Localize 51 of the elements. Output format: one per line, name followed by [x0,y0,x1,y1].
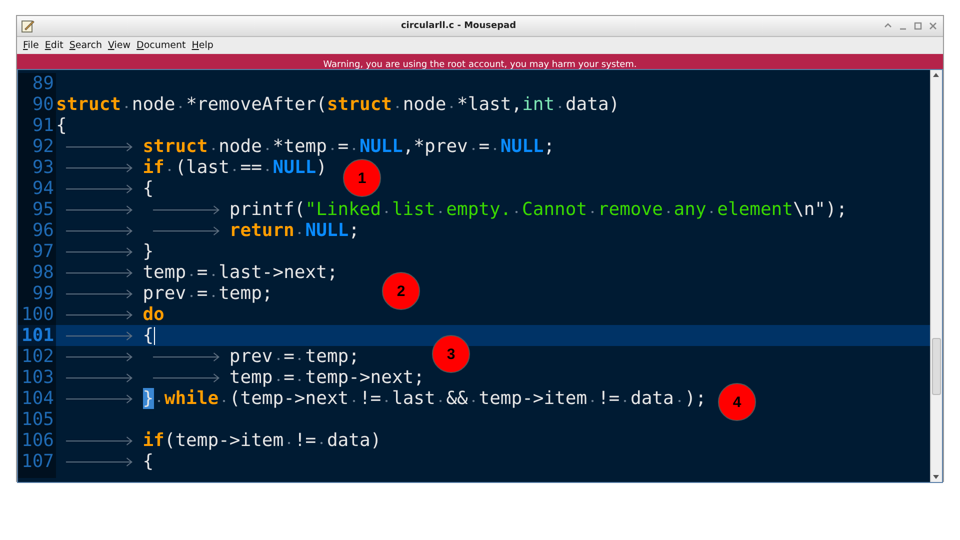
maximize-icon[interactable] [912,20,924,32]
line-number: 89 [18,73,56,94]
code-line: } [56,241,154,262]
window-title: circularll.c - Mousepad [400,21,518,31]
code-line: printf("Linked list empty. Cannot remove any element\n"); [56,199,848,220]
line-number: 91 [18,115,56,136]
code-line: { [56,178,154,199]
menu-item[interactable]: View [104,40,134,50]
line-number: 95 [18,199,56,220]
code-line: do [56,304,164,325]
line-number: 101 [18,325,56,346]
menu-item[interactable]: File [20,40,42,50]
line-number: 94 [18,178,56,199]
line-number: 105 [18,409,56,430]
warning-message: Warning, you are using the root account, you may harm your system. [323,60,637,70]
app-icon [21,19,35,33]
menu-item[interactable]: Search [66,40,105,50]
code-line: temp = last->next; [56,262,338,283]
menu-item[interactable]: Edit [42,40,66,50]
line-number: 106 [18,430,56,451]
line-number: 90 [18,94,56,115]
code-line: { [56,451,154,472]
code-line: { [56,325,155,346]
line-number: 98 [18,262,56,283]
code-line: struct node *temp = NULL,*prev = NULL; [56,136,555,157]
line-number: 97 [18,241,56,262]
line-number: 103 [18,367,56,388]
line-number: 96 [18,220,56,241]
line-number: 102 [18,346,56,367]
line-number: 92 [18,136,56,157]
code-line: } while (temp->next != last && temp->item != data ); [56,388,706,409]
menu-item[interactable]: Help [188,40,216,50]
scrollbar[interactable] [930,70,942,482]
line-number: 107 [18,451,56,472]
code-line: prev = temp; [56,283,273,304]
line-number: 99 [18,283,56,304]
scroll-down-icon[interactable] [932,473,940,481]
code-line: if(temp->item != data) [56,430,382,451]
code-line: { [56,115,67,136]
close-icon[interactable] [927,20,939,32]
line-number: 93 [18,157,56,178]
menu-item[interactable]: Document [134,40,189,50]
code-line: struct node *removeAfter(struct node *last,int data) [56,94,620,115]
scroll-up-icon[interactable] [932,71,940,79]
code-line: return NULL; [56,220,360,241]
line-number: 104 [18,388,56,409]
code-line: if (last == NULL) [56,157,327,178]
code-line: prev = temp; [56,346,360,367]
scrollbar-thumb[interactable] [932,338,941,395]
code-line: temp = temp->next; [56,367,424,388]
line-number: 100 [18,304,56,325]
